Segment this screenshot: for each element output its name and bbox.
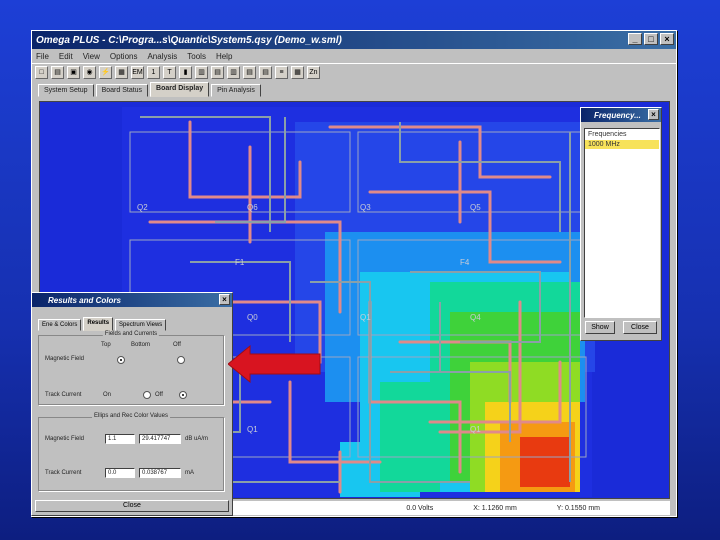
color-values-title: Ellips and Rec Color Values (92, 413, 170, 419)
frequency-close-icon[interactable]: × (648, 109, 659, 120)
chart-icon[interactable]: ▥ (195, 66, 208, 79)
menu-bar: File Edit View Options Analysis Tools He… (32, 49, 676, 63)
close-button[interactable]: × (660, 33, 674, 45)
track-current-min-input[interactable]: 0.0 (105, 468, 135, 478)
menu-edit[interactable]: Edit (59, 52, 73, 61)
window-title: Omega PLUS - C:\Progra...s\Quantic\Syste… (36, 34, 342, 46)
column-bottom-label: Bottom (131, 342, 151, 348)
track-current-off-label: Off (155, 392, 163, 398)
results-close-button[interactable]: Close (35, 500, 229, 512)
settings-icon[interactable]: ≡ (275, 66, 288, 79)
layout-icon[interactable]: ▥ (227, 66, 240, 79)
fields-currents-title: Fields and Currents (102, 331, 160, 337)
track-current-label: Track Current (45, 392, 82, 398)
board-label: Q6 (247, 203, 258, 212)
grid-icon[interactable]: ▦ (115, 66, 128, 79)
show-button[interactable]: Show (585, 321, 615, 334)
tab-spectrum-views[interactable]: Spectrum Views (115, 319, 167, 331)
maximize-button[interactable]: □ (644, 33, 658, 45)
board-label: Q3 (360, 203, 371, 212)
layer-1-button[interactable]: 1 (147, 66, 160, 79)
fields-currents-group: Fields and Currents Top Bottom Off Magne… (38, 331, 224, 405)
magnetic-field-value-label: Magnetic Field (45, 436, 85, 442)
table-icon[interactable]: ▤ (211, 66, 224, 79)
board-label: F4 (460, 258, 470, 267)
magnetic-field-unit: dB uA/m (185, 436, 209, 442)
tab-ene-colors[interactable]: Ene & Colors (38, 319, 82, 331)
frequency-close-button[interactable]: Close (623, 321, 657, 334)
track-current-on-radio[interactable] (143, 391, 151, 399)
board-label: Q0 (247, 313, 258, 322)
tab-pin-analysis[interactable]: Pin Analysis (211, 84, 261, 97)
menu-tools[interactable]: Tools (187, 52, 206, 61)
frequency-dialog-title: Frequency... (594, 110, 641, 120)
status-x-coordinate: X: 1.1260 mm (473, 504, 517, 512)
magnetic-field-label: Magnetic Field (45, 356, 85, 362)
results-colors-dialog: Results and Colors × Ene & Colors Result… (31, 292, 233, 516)
list-icon[interactable]: ▤ (243, 66, 256, 79)
frequency-dialog: Frequency... × Frequencies 1000 MHz Show… (580, 107, 662, 341)
slide-background: { "window": { "title": "Omega PLUS - C:\… (0, 0, 720, 540)
track-current-on-label: On (103, 392, 112, 398)
column-off-label: Off (173, 342, 181, 348)
tab-results[interactable]: Results (83, 317, 114, 331)
menu-analysis[interactable]: Analysis (147, 52, 177, 61)
results-dialog-title: Results and Colors (48, 295, 121, 305)
tab-board-display[interactable]: Board Display (150, 82, 210, 97)
save-file-icon[interactable]: ▣ (67, 66, 80, 79)
magnetic-field-min-input[interactable]: 1.1 (105, 434, 135, 444)
tab-system-setup[interactable]: System Setup (38, 84, 94, 97)
frequency-list[interactable]: Frequencies 1000 MHz (584, 128, 660, 318)
run-icon[interactable]: ⚡ (99, 66, 112, 79)
open-file-icon[interactable]: ▤ (51, 66, 64, 79)
board-label: Q1 (360, 313, 371, 322)
red-arrow-icon (228, 344, 321, 384)
track-current-off-radio[interactable] (179, 391, 187, 399)
print-icon[interactable]: ▦ (291, 66, 304, 79)
tab-strip: System Setup Board Status Board Display … (32, 81, 676, 97)
results-dialog-titlebar[interactable]: Results and Colors × (32, 293, 232, 307)
column-top-label: Top (101, 342, 111, 348)
frequency-list-item[interactable]: 1000 MHz (585, 140, 659, 149)
frequency-dialog-titlebar[interactable]: Frequency... × (581, 108, 661, 122)
status-y-coordinate: Y: 0.1550 mm (556, 504, 600, 512)
em-tool-button[interactable]: EM (131, 66, 144, 79)
zoom-button[interactable]: Zn (307, 66, 320, 79)
color-bar-icon[interactable]: ▮ (179, 66, 192, 79)
frequency-list-header: Frequencies (588, 131, 627, 138)
magnetic-field-top-radio[interactable] (117, 356, 125, 364)
toolbar: □ ▤ ▣ ◉ ⚡ ▦ EM 1 T ▮ ▥ ▤ ▥ ▤ ▤ ≡ ▦ Zn (32, 63, 676, 81)
menu-help[interactable]: Help (216, 52, 232, 61)
magnetic-field-off-radio[interactable] (177, 356, 185, 364)
menu-options[interactable]: Options (110, 52, 138, 61)
view-icon[interactable]: ◉ (83, 66, 96, 79)
magnetic-field-max-input[interactable]: 29.417747 (139, 434, 181, 444)
color-values-group: Ellips and Rec Color Values Magnetic Fie… (38, 413, 224, 491)
export-icon[interactable]: ▤ (259, 66, 272, 79)
minimize-button[interactable]: _ (628, 33, 642, 45)
new-file-icon[interactable]: □ (35, 66, 48, 79)
text-tool-button[interactable]: T (163, 66, 176, 79)
status-voltage: 0.0 Volts (406, 504, 434, 512)
board-label: Q1 (470, 425, 481, 434)
board-label: Q1 (247, 425, 258, 434)
window-titlebar[interactable]: Omega PLUS - C:\Progra...s\Quantic\Syste… (32, 31, 676, 49)
menu-view[interactable]: View (83, 52, 100, 61)
board-label: Q5 (470, 203, 481, 212)
track-current-unit: mA (185, 470, 194, 476)
results-close-icon[interactable]: × (219, 294, 230, 305)
track-current-value-label: Track Current (45, 470, 82, 476)
board-label: Q2 (137, 203, 148, 212)
board-label: Q4 (470, 313, 481, 322)
menu-file[interactable]: File (36, 52, 49, 61)
board-label: F1 (235, 258, 245, 267)
results-tab-strip: Ene & Colors Results Spectrum Views (32, 307, 232, 331)
tab-board-status[interactable]: Board Status (95, 84, 149, 97)
track-current-max-input[interactable]: 0.038767 (139, 468, 181, 478)
